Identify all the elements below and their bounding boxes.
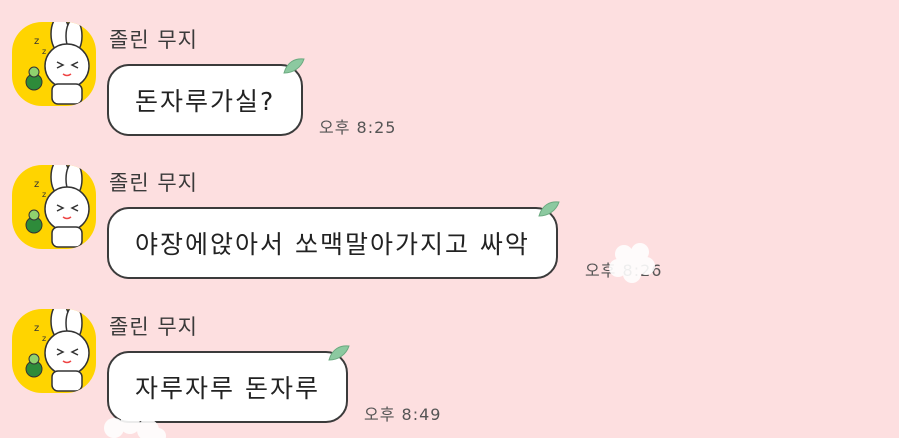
- message-bubble-wrap: 돈자루가실? 오후 8:25: [107, 58, 395, 137]
- message-text: 야장에앉아서 쏘맥말아가지고 싸악: [135, 230, 530, 259]
- sender-name: 졸린 무지: [109, 28, 198, 52]
- flower-icon: [609, 243, 655, 283]
- leaf-icon: [328, 345, 350, 361]
- sender-name: 졸린 무지: [109, 315, 198, 339]
- sender-name: 졸린 무지: [109, 171, 198, 195]
- message-text: 돈자루가실?: [135, 87, 276, 116]
- message-text: 자루자루 돈자루: [135, 374, 320, 403]
- svg-text:z: z: [42, 190, 46, 199]
- svg-text:z: z: [42, 334, 46, 343]
- leaf-icon: [283, 58, 305, 74]
- chat-window: z z 졸린 무지 돈자루가실? 오후 8:25 z z 졸린 무지 야장에앉아…: [0, 0, 899, 438]
- message-time: 오후 8:49: [364, 405, 442, 424]
- svg-text:z: z: [42, 47, 46, 56]
- message-time: 오후 8:25: [319, 118, 397, 137]
- leaf-icon: [538, 201, 560, 217]
- avatar-icon[interactable]: z z: [12, 309, 96, 393]
- flower-icon: [104, 414, 166, 438]
- svg-text:z: z: [34, 323, 39, 334]
- avatar-icon[interactable]: z z: [12, 165, 96, 249]
- message-bubble-wrap: 야장에앉아서 쏘맥말아가지고 싸악 오후 8:26: [107, 201, 661, 280]
- svg-text:z: z: [34, 179, 39, 190]
- svg-text:z: z: [34, 36, 39, 47]
- avatar-icon[interactable]: z z: [12, 22, 96, 106]
- message-bubble[interactable]: 야장에앉아서 쏘맥말아가지고 싸악: [107, 201, 560, 279]
- message-bubble[interactable]: 돈자루가실?: [107, 58, 305, 136]
